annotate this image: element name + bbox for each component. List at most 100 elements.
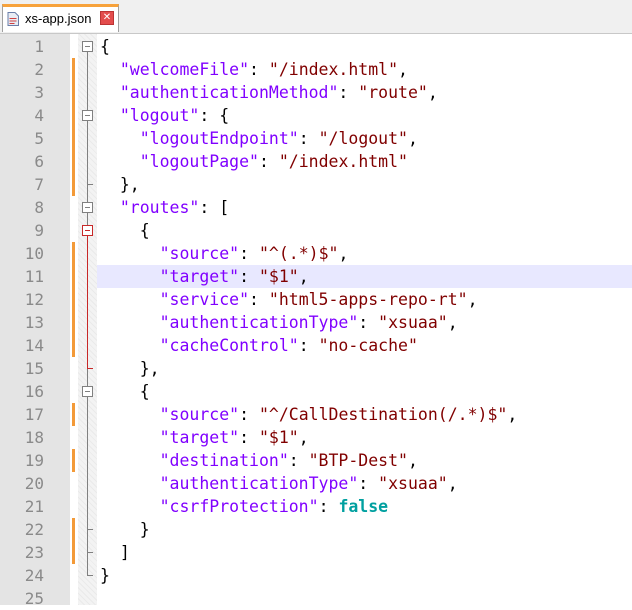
punctuation-token: },	[100, 359, 160, 378]
punctuation-token: :	[288, 451, 309, 470]
fold-toggle-icon[interactable]	[82, 202, 93, 213]
line-code[interactable]: "logoutPage": "/index.html"	[100, 150, 408, 173]
fold-line	[87, 236, 88, 368]
boolean-token: false	[338, 497, 389, 516]
close-icon[interactable]: ✕	[100, 11, 114, 25]
punctuation-token	[100, 451, 160, 470]
punctuation-token	[100, 428, 160, 447]
punctuation-token: ,	[447, 474, 458, 493]
code-editor[interactable]: 1{2 "welcomeFile": "/index.html", 3 "auth…	[0, 34, 632, 608]
string-token: "BTP-Dest"	[308, 451, 408, 470]
line-code[interactable]: ]	[100, 541, 130, 564]
code-line: 16 {	[0, 380, 632, 403]
line-code[interactable]: "service": "html5-apps-repo-rt",	[100, 288, 478, 311]
punctuation-token	[100, 152, 140, 171]
punctuation-token: ,	[467, 290, 478, 309]
fold-toggle-icon[interactable]	[82, 225, 93, 236]
punctuation-token: ,	[407, 129, 418, 148]
line-code[interactable]: }	[100, 564, 110, 587]
line-number: 14	[24, 336, 44, 355]
string-token: "$1"	[258, 267, 299, 286]
line-code[interactable]: {	[100, 380, 150, 403]
punctuation-token: :	[239, 267, 259, 286]
code-line: 10 "source": "^(.*)$",	[0, 242, 632, 265]
punctuation-token	[100, 60, 120, 79]
line-code[interactable]: "authenticationMethod": "route",	[100, 81, 438, 104]
fold-line	[87, 397, 88, 575]
fold-line	[87, 52, 88, 110]
code-line: 13 "authenticationType": "xsuaa",	[0, 311, 632, 334]
line-code[interactable]: "authenticationType": "xsuaa",	[100, 311, 458, 334]
code-line: 22 }	[0, 518, 632, 541]
string-token: "^/CallDestination(/.*)$"	[258, 405, 508, 424]
line-number: 9	[34, 221, 44, 240]
line-code[interactable]: },	[100, 357, 160, 380]
punctuation-token: :	[239, 405, 259, 424]
tab-bar: xs-app.json ✕	[0, 0, 632, 34]
line-code[interactable]: "destination": "BTP-Dest",	[100, 449, 418, 472]
punctuation-token: {	[100, 382, 150, 401]
punctuation-token	[100, 290, 160, 309]
punctuation-token: ]	[100, 543, 130, 562]
line-number: 24	[24, 566, 44, 585]
code-line: 15 },	[0, 357, 632, 380]
line-code[interactable]: "routes": [	[100, 196, 229, 219]
punctuation-token: :	[239, 244, 259, 263]
line-code[interactable]: "logout": {	[100, 104, 229, 127]
key-token: "source"	[159, 405, 240, 424]
string-token: "no-cache"	[318, 336, 418, 355]
fold-line	[87, 368, 88, 386]
code-line: 7 },	[0, 173, 632, 196]
code-line: 21 "csrfProtection": false	[0, 495, 632, 518]
line-code[interactable]: }	[100, 518, 150, 541]
line-code[interactable]: "source": "^(.*)$",	[100, 242, 349, 265]
punctuation-token: ,	[338, 244, 349, 263]
line-code[interactable]: },	[100, 173, 140, 196]
fold-toggle-icon[interactable]	[82, 110, 93, 121]
fold-line	[87, 121, 88, 202]
line-number: 19	[24, 451, 44, 470]
string-token: "^(.*)$"	[258, 244, 339, 263]
fold-end-marker	[87, 368, 93, 369]
line-code[interactable]: "target": "$1",	[100, 426, 309, 449]
punctuation-token	[100, 106, 120, 125]
line-code[interactable]: "logoutEndpoint": "/logout",	[100, 127, 418, 150]
line-number: 21	[24, 497, 44, 516]
key-token: "service"	[159, 290, 250, 309]
string-token: "xsuaa"	[378, 474, 448, 493]
punctuation-token: ,	[298, 428, 309, 447]
code-line: 24}	[0, 564, 632, 587]
punctuation-token: : {	[199, 106, 230, 125]
line-code[interactable]: "cacheControl": "no-cache"	[100, 334, 418, 357]
tab-label: xs-app.json	[25, 11, 92, 26]
fold-toggle-icon[interactable]	[82, 386, 93, 397]
line-code[interactable]: "welcomeFile": "/index.html",	[100, 58, 408, 81]
file-icon	[7, 12, 19, 26]
key-token: "authenticationType"	[159, 474, 359, 493]
code-line: 4 "logout": {	[0, 104, 632, 127]
punctuation-token	[100, 83, 120, 102]
punctuation-token	[100, 474, 160, 493]
punctuation-token	[100, 267, 160, 286]
punctuation-token: :	[239, 428, 259, 447]
punctuation-token: {	[100, 37, 110, 56]
string-token: "/index.html"	[268, 60, 399, 79]
punctuation-token: :	[298, 336, 319, 355]
key-token: "cacheControl"	[159, 336, 299, 355]
key-token: "destination"	[159, 451, 289, 470]
punctuation-token: ,	[398, 60, 408, 79]
line-code[interactable]: {	[100, 35, 110, 58]
fold-toggle-icon[interactable]	[82, 41, 93, 52]
line-number: 23	[24, 543, 44, 562]
tab-xs-app-json[interactable]: xs-app.json ✕	[2, 4, 119, 32]
line-number: 15	[24, 359, 44, 378]
line-code[interactable]: "csrfProtection": false	[100, 495, 389, 518]
line-code[interactable]: "source": "^/CallDestination(/.*)$",	[100, 403, 518, 426]
code-line: 11 "target": "$1",	[0, 265, 632, 288]
line-code[interactable]: "target": "$1",	[100, 265, 309, 288]
line-code[interactable]: {	[100, 219, 150, 242]
punctuation-token: :	[318, 497, 339, 516]
code-line: 23 ]	[0, 541, 632, 564]
line-code[interactable]: "authenticationType": "xsuaa",	[100, 472, 458, 495]
line-number: 1	[34, 37, 44, 56]
